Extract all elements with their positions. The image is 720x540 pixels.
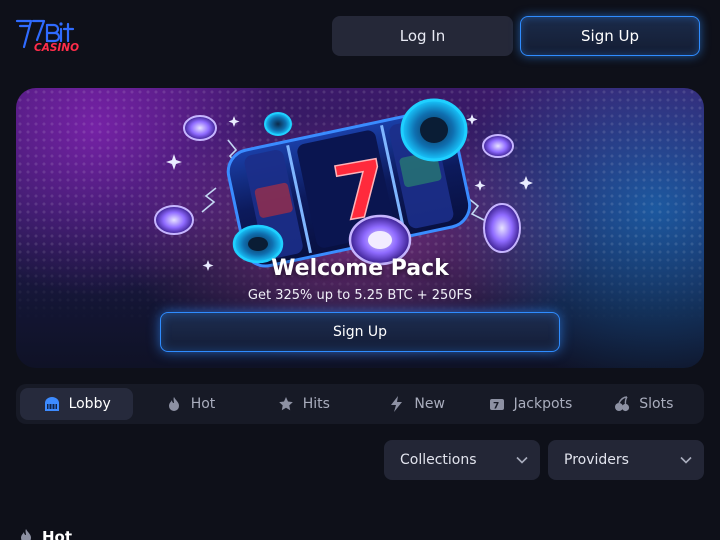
promo-title: Welcome Pack [271,256,449,281]
svg-text:7: 7 [493,402,499,412]
lightning-icon [391,396,403,412]
tab-lobby-label: Lobby [68,396,111,412]
chevron-down-icon [680,456,692,464]
tab-slots[interactable]: Slots [587,388,700,420]
chevron-down-icon [516,456,528,464]
jackpot-icon: 7 [489,399,504,412]
tab-hits[interactable]: Hits [247,388,360,420]
tab-lobby[interactable]: Lobby [20,388,134,420]
providers-label: Providers [564,452,629,468]
welcome-banner[interactable]: 7 Welcome Pack Get 325% up to 5.25 BTC +… [16,88,704,368]
collections-label: Collections [400,452,477,468]
tab-jackpots-label: Jackpots [513,396,573,412]
collections-dropdown[interactable]: Collections [384,440,540,480]
tab-new[interactable]: New [360,388,473,420]
providers-dropdown[interactable]: Providers [548,440,704,480]
tab-hot[interactable]: Hot [133,388,246,420]
flame-icon [21,529,31,540]
signup-button[interactable]: Sign Up [520,16,700,56]
tab-new-label: New [414,396,445,412]
casino-page: CASINO Log In Sign Up 7 Welcome Pack Get… [0,0,720,540]
casino-logo[interactable]: CASINO [14,14,86,58]
hot-section-heading: Hot [18,528,72,540]
cherries-icon [615,396,630,412]
promo-signup-button[interactable]: Sign Up [160,312,560,352]
tab-jackpots[interactable]: 7 Jackpots [473,388,586,420]
flame-icon [168,397,179,411]
lobby-icon [44,397,59,411]
category-tabs: Lobby Hot Hits New 7 Jackpots Slots [16,384,704,424]
tab-hot-label: Hot [190,396,216,412]
section-title: Hot [42,528,73,540]
stars-icon [278,397,293,411]
login-button[interactable]: Log In [332,16,513,56]
logo-casino-text: CASINO [34,42,79,54]
tab-hits-label: Hits [302,396,330,412]
tab-slots-label: Slots [639,396,674,412]
promo-subtitle: Get 325% up to 5.25 BTC + 250FS [247,288,473,303]
